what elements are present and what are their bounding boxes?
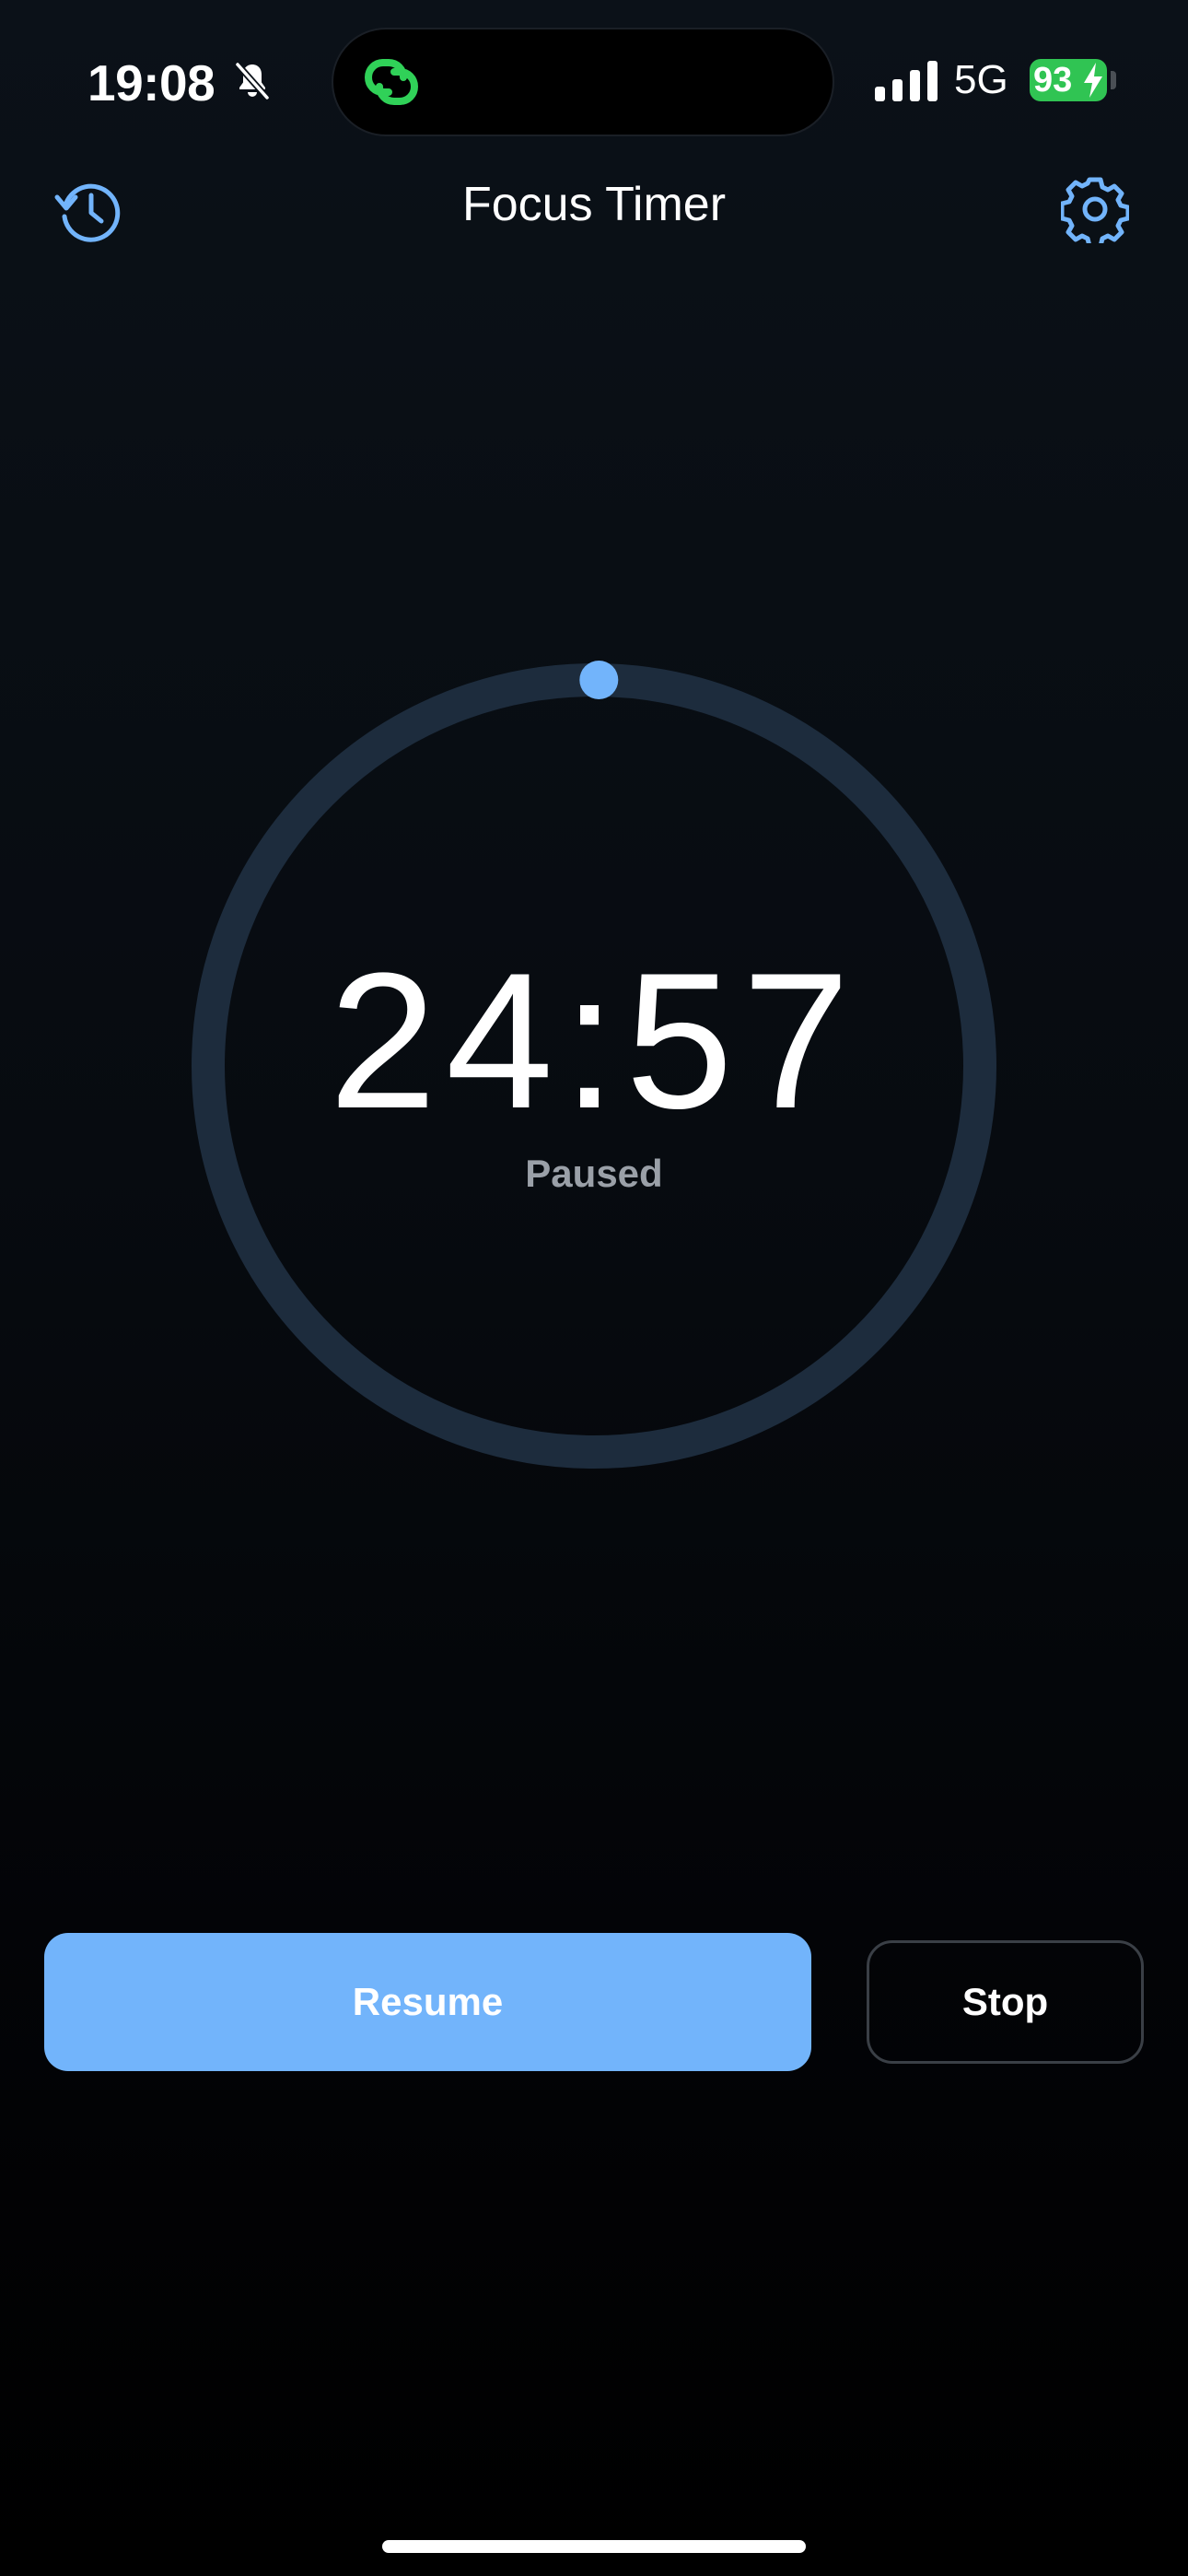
- battery-level: 93: [1033, 61, 1073, 100]
- focus-timer-screen: 19:08 5G 93 Focus Timer 24:57 Paused Res…: [0, 0, 1188, 2576]
- linked-rings-icon: [364, 59, 419, 105]
- dynamic-island[interactable]: [332, 28, 834, 136]
- stop-button[interactable]: Stop: [867, 1940, 1144, 2064]
- timer-status: Paused: [525, 1152, 663, 1195]
- network-type: 5G: [954, 57, 1008, 102]
- bolt-icon: [1084, 63, 1102, 98]
- resume-button[interactable]: Resume: [44, 1933, 811, 2071]
- timer-countdown: 24:57: [329, 932, 859, 1149]
- bell-slash-icon: [235, 62, 270, 100]
- gear-icon[interactable]: [1061, 175, 1129, 243]
- history-clock-icon[interactable]: [53, 175, 125, 247]
- status-bar: 19:08 5G 93: [0, 0, 1188, 166]
- battery-nub: [1111, 71, 1116, 89]
- cellular-signal-icon: [875, 61, 938, 101]
- home-indicator[interactable]: [382, 2540, 806, 2553]
- page-title: Focus Timer: [461, 178, 727, 231]
- progress-knob[interactable]: [579, 661, 619, 699]
- status-time: 19:08: [87, 54, 215, 111]
